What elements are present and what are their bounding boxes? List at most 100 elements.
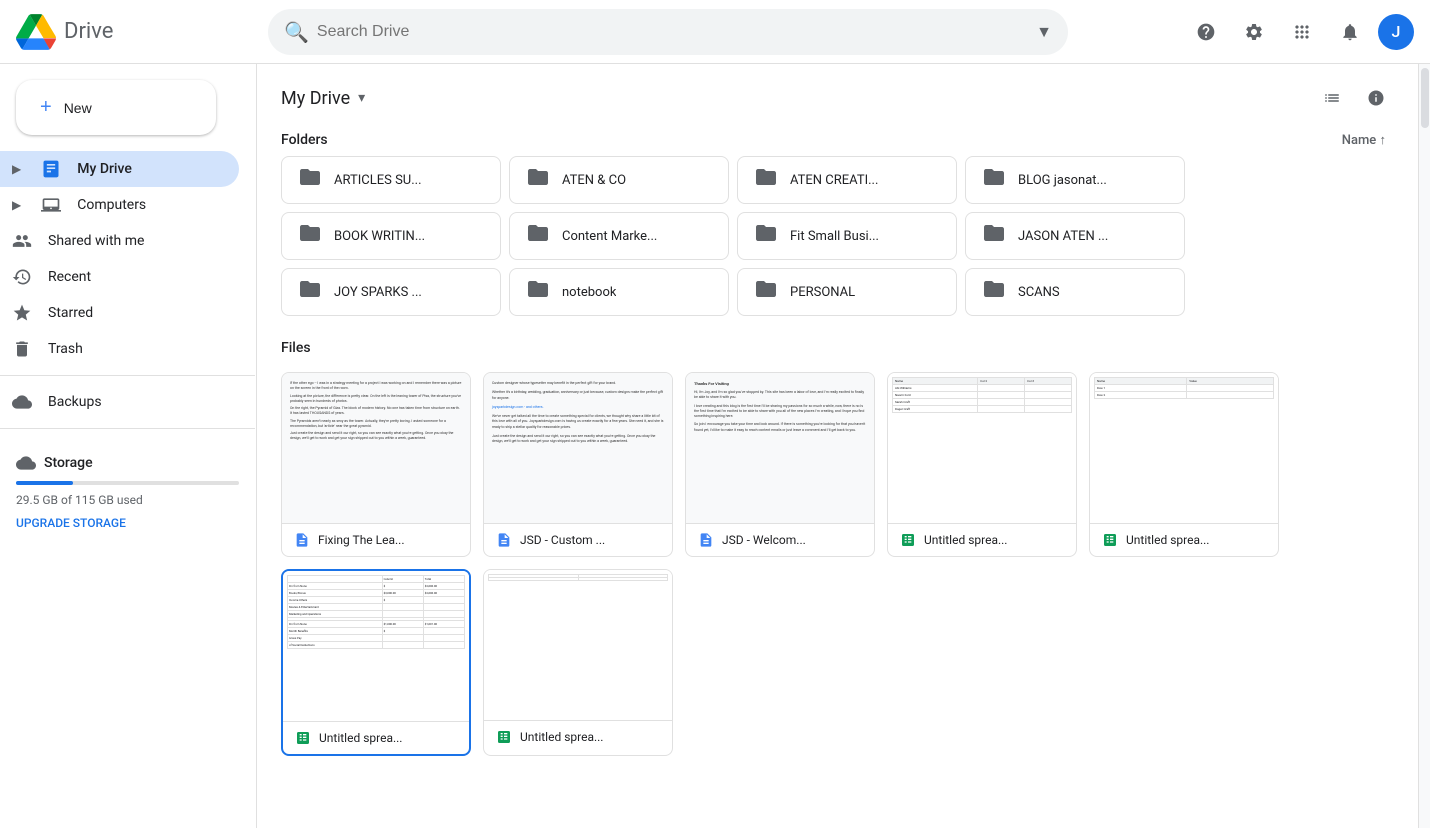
sidebar-item-shared[interactable]: Shared with me <box>0 223 239 259</box>
file-footer: JSD - Custom ... <box>484 523 672 556</box>
folder-name: SCANS <box>1018 285 1060 300</box>
folder-name: Content Marke... <box>562 229 657 244</box>
folder-content-marke[interactable]: Content Marke... <box>509 212 729 260</box>
folder-aten-creati[interactable]: ATEN CREATI... <box>737 156 957 204</box>
folder-icon <box>754 277 778 307</box>
folder-scans[interactable]: SCANS <box>965 268 1185 316</box>
folder-name: Fit Small Busi... <box>790 229 879 244</box>
google-sheets-icon <box>295 730 311 746</box>
folder-personal[interactable]: PERSONAL <box>737 268 957 316</box>
sort-control[interactable]: Name ↑ <box>1342 132 1386 148</box>
folder-joy-sparks[interactable]: JOY SPARKS ... <box>281 268 501 316</box>
list-view-button[interactable] <box>1314 80 1350 116</box>
file-preview-sheet7 <box>484 570 672 720</box>
starred-icon <box>12 303 32 323</box>
sidebar-divider <box>0 375 255 376</box>
file-untitled-sprea-7[interactable]: Untitled sprea... <box>483 569 673 756</box>
new-button-plus-icon: + <box>40 96 52 119</box>
file-preview-jsd-custom: Custom designer whose typesetter may ben… <box>484 373 672 523</box>
notifications-button[interactable] <box>1330 12 1370 52</box>
google-doc-icon <box>698 532 714 548</box>
file-financial-sprea[interactable]: ColumnTotal Fin from None$$2,000.00 Book… <box>281 569 471 756</box>
main-header: My Drive ▾ <box>257 64 1418 124</box>
folder-book-writin[interactable]: BOOK WRITIN... <box>281 212 501 260</box>
avatar[interactable]: J <box>1378 14 1414 50</box>
folder-notebook[interactable]: notebook <box>509 268 729 316</box>
file-name: Untitled sprea... <box>319 731 457 745</box>
main-content: My Drive ▾ Folders Name ↑ <box>257 64 1418 828</box>
sidebar-item-trash-label: Trash <box>48 341 83 357</box>
notifications-icon <box>1340 22 1360 42</box>
folder-icon <box>754 221 778 251</box>
file-name: Untitled sprea... <box>520 730 660 744</box>
info-button[interactable] <box>1358 80 1394 116</box>
sidebar-item-computers[interactable]: ▶ Computers <box>0 187 239 223</box>
shared-icon <box>12 231 32 251</box>
sidebar-item-backups-label: Backups <box>48 394 102 410</box>
scrollbar-thumb[interactable] <box>1421 68 1429 128</box>
folder-articles-su[interactable]: ARTICLES SU... <box>281 156 501 204</box>
google-doc-icon <box>496 532 512 548</box>
google-sheets-icon <box>496 729 512 745</box>
folder-name: ARTICLES SU... <box>334 173 422 188</box>
sidebar: + New ▶ My Drive ▶ Computers Shared with… <box>0 64 256 828</box>
file-footer: Untitled sprea... <box>888 523 1076 556</box>
folder-icon <box>754 165 778 195</box>
sidebar-item-backups[interactable]: Backups <box>0 384 239 420</box>
recent-icon <box>12 267 32 287</box>
info-icon <box>1367 89 1385 107</box>
sidebar-item-trash[interactable]: Trash <box>0 331 239 367</box>
storage-label-row: Storage <box>16 453 239 473</box>
file-name: JSD - Custom ... <box>520 533 660 547</box>
main-title-area: My Drive ▾ <box>281 88 365 109</box>
files-section-label: Files <box>257 332 1418 364</box>
file-untitled-sprea-1[interactable]: NameCol 2Col 3 Abi Williams Naomi Ford S… <box>887 372 1077 557</box>
sidebar-item-my-drive-label: My Drive <box>77 161 132 177</box>
title-dropdown-arrow[interactable]: ▾ <box>358 90 365 106</box>
folder-name: BOOK WRITIN... <box>334 229 425 244</box>
logo-area: Drive <box>16 12 256 52</box>
folder-icon <box>526 277 550 307</box>
folder-aten-co[interactable]: ATEN & CO <box>509 156 729 204</box>
file-name: Fixing The Lea... <box>318 533 458 547</box>
file-name: Untitled sprea... <box>924 533 1064 547</box>
sidebar-item-my-drive[interactable]: ▶ My Drive <box>0 151 239 187</box>
folder-icon <box>526 165 550 195</box>
folder-fit-small[interactable]: Fit Small Busi... <box>737 212 957 260</box>
apps-icon <box>1292 22 1312 42</box>
search-bar[interactable]: 🔍 ▼ <box>268 9 1068 55</box>
upgrade-storage-link[interactable]: UPGRADE STORAGE <box>16 516 126 530</box>
storage-title: Storage <box>44 455 93 471</box>
file-jsd-custom[interactable]: Custom designer whose typesetter may ben… <box>483 372 673 557</box>
folder-icon <box>526 221 550 251</box>
file-footer: Untitled sprea... <box>484 720 672 753</box>
app-name: Drive <box>64 19 113 44</box>
new-button[interactable]: + New <box>16 80 216 135</box>
sidebar-divider-2 <box>0 428 255 429</box>
google-sheets-icon <box>1102 532 1118 548</box>
file-preview-fixing: If the other ego -- I was in a strategy … <box>282 373 470 523</box>
storage-bar-background <box>16 481 239 485</box>
file-preview-sheet2: NameValue Row 1 Row 2 <box>1090 373 1278 523</box>
sidebar-item-shared-label: Shared with me <box>48 233 144 249</box>
apps-button[interactable] <box>1282 12 1322 52</box>
folder-blog[interactable]: BLOG jasonat... <box>965 156 1185 204</box>
folder-icon <box>298 165 322 195</box>
file-jsd-welcome[interactable]: Thanks For Visiting Hi, I'm Joy, and I'm… <box>685 372 875 557</box>
folder-name: PERSONAL <box>790 285 855 300</box>
storage-bar-fill <box>16 481 73 485</box>
help-button[interactable] <box>1186 12 1226 52</box>
file-untitled-sprea-2[interactable]: NameValue Row 1 Row 2 Untitled sprea... <box>1089 372 1279 557</box>
search-input[interactable] <box>317 23 1028 41</box>
folder-jason-aten[interactable]: JASON ATEN ... <box>965 212 1185 260</box>
settings-button[interactable] <box>1234 12 1274 52</box>
sidebar-item-recent[interactable]: Recent <box>0 259 239 295</box>
topbar: Drive 🔍 ▼ J <box>0 0 1430 64</box>
page-title: My Drive <box>281 88 350 109</box>
sidebar-item-recent-label: Recent <box>48 269 91 285</box>
search-filter-arrow[interactable]: ▼ <box>1036 22 1052 42</box>
storage-section: Storage 29.5 GB of 115 GB used UPGRADE S… <box>0 437 255 547</box>
file-name: JSD - Welcom... <box>722 533 862 547</box>
sidebar-item-starred[interactable]: Starred <box>0 295 239 331</box>
file-fixing-the-lea[interactable]: If the other ego -- I was in a strategy … <box>281 372 471 557</box>
